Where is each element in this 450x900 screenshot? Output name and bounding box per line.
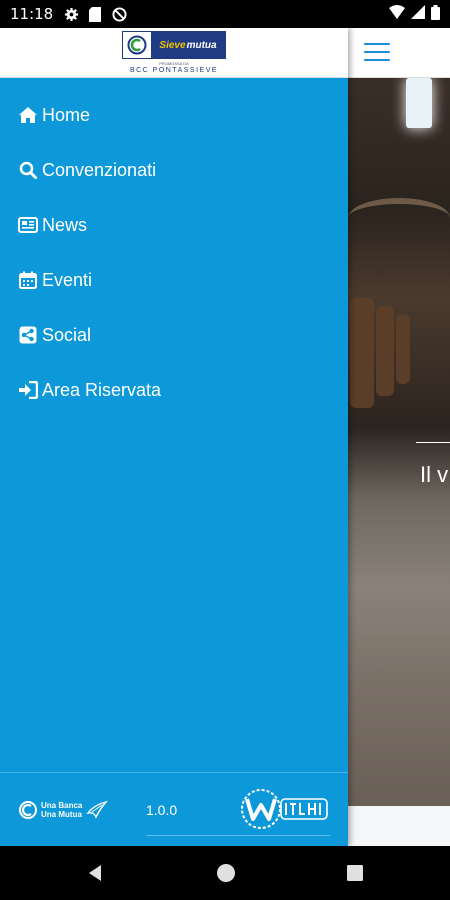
menu-item-convenzionati[interactable]: Convenzionati	[18, 155, 156, 185]
una-banca-logo[interactable]: Una Banca Una Mutua	[18, 797, 112, 823]
back-icon[interactable]	[85, 863, 105, 883]
bird-icon	[86, 800, 109, 819]
hero-divider	[416, 442, 450, 443]
una-banca-text: Una Banca Una Mutua	[41, 801, 82, 819]
menu-item-eventi[interactable]: Eventi	[18, 265, 92, 295]
search-icon	[18, 160, 38, 180]
gear-icon	[63, 6, 79, 22]
cellar-arch	[348, 198, 450, 238]
app-screen: 11:18 Il v Sieve mutua PROMOSSA DA BCC P…	[0, 0, 450, 900]
barrel	[376, 306, 394, 396]
menu-item-label: Eventi	[42, 269, 93, 290]
witlab-logo[interactable]	[239, 787, 331, 831]
menu-item-label: Home	[42, 104, 91, 125]
sign-in-icon	[18, 380, 38, 400]
status-right-icons	[389, 4, 440, 24]
menu-item-news[interactable]: News	[18, 210, 87, 240]
navigation-drawer: Sieve mutua PROMOSSA DA BCC PONTASSIEVE H…	[0, 28, 348, 846]
logo-subtitle: BCC PONTASSIEVE	[129, 67, 219, 74]
hamburger-icon[interactable]	[364, 43, 390, 63]
drawer-footer: Una Banca Una Mutua 1.0.0	[0, 772, 348, 846]
drawer-header: Sieve mutua PROMOSSA DA BCC PONTASSIEVE	[0, 28, 348, 78]
barrel	[396, 314, 410, 384]
menu-item-label: Area Riservata	[42, 379, 162, 400]
menu-item-area-riservata[interactable]: Area Riservata	[18, 375, 161, 405]
wifi-icon	[389, 5, 405, 23]
logo-name-accent: Sieve	[159, 39, 186, 51]
footer-divider	[146, 835, 330, 836]
bcc-logo-icon	[123, 32, 151, 58]
logo-name-main: mutua	[186, 39, 217, 51]
signal-icon	[411, 5, 425, 23]
brand-line-1: Una Banca	[41, 801, 83, 810]
logo-name: Sieve mutua	[151, 32, 225, 58]
barrel	[350, 298, 374, 408]
status-time: 11:18	[10, 5, 54, 23]
menu-item-home[interactable]: Home	[18, 100, 90, 130]
bcc-circle-icon	[19, 801, 37, 819]
share-icon	[18, 325, 38, 345]
home-icon	[18, 105, 38, 125]
app-version: 1.0.0	[146, 802, 178, 818]
calendar-icon	[18, 270, 38, 290]
brand-line-2: Una Mutua	[41, 810, 82, 819]
menu-item-label: Convenzionati	[42, 159, 157, 180]
home-circle-icon[interactable]	[216, 863, 236, 883]
logo-small-text: PROMOSSA DA	[159, 61, 189, 66]
battery-icon	[431, 4, 440, 24]
ceiling-light	[406, 78, 432, 128]
newspaper-icon	[18, 215, 38, 235]
status-bar: 11:18	[0, 0, 450, 28]
recents-icon[interactable]	[345, 863, 365, 883]
menu-item-label: Social	[42, 324, 92, 345]
hero-image: Il v	[348, 78, 450, 806]
menu-item-social[interactable]: Social	[18, 320, 91, 350]
logo-box: Sieve mutua	[122, 31, 226, 59]
app-footer-strip	[348, 806, 450, 846]
sievemutua-logo[interactable]: Sieve mutua PROMOSSA DA BCC PONTASSIEVE	[121, 31, 227, 77]
hero-title: Il v	[420, 462, 449, 487]
sd-card-icon	[87, 6, 103, 22]
menu-item-label: News	[42, 214, 88, 235]
no-sync-icon	[111, 6, 127, 22]
system-nav-bar	[0, 846, 450, 900]
